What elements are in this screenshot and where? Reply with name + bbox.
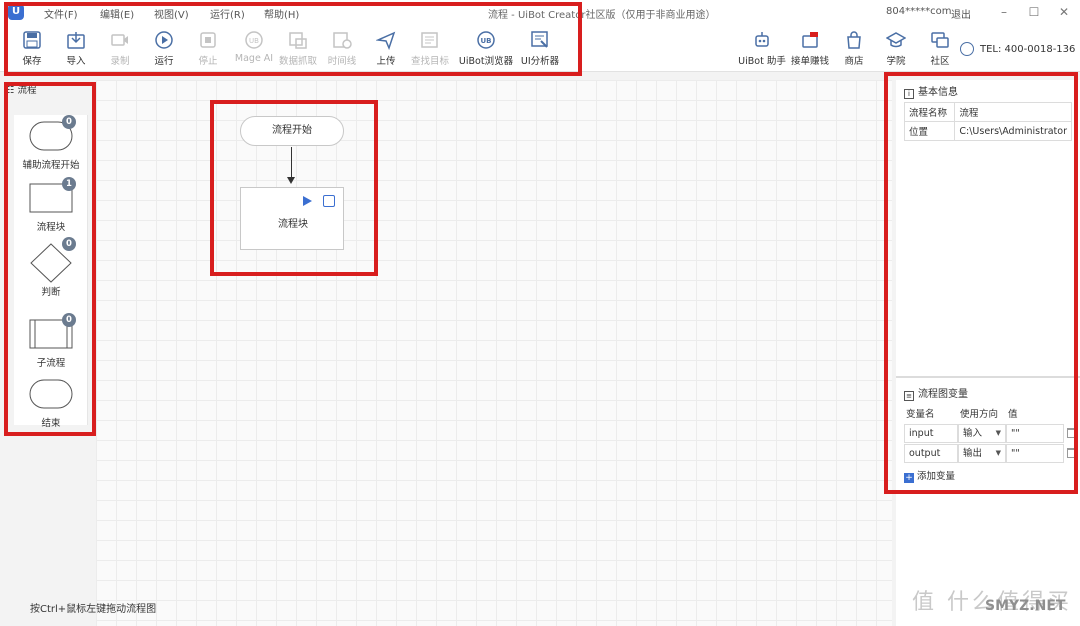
community-button[interactable]: 社区: [914, 30, 966, 70]
store-icon: [847, 31, 861, 49]
phone-icon: [960, 42, 974, 56]
academy-icon: [886, 32, 906, 48]
uibot-assistant-button[interactable]: UiBot 助手: [736, 30, 788, 70]
highlight-box-canvas-nodes: [210, 100, 378, 276]
community-label: 社区: [930, 56, 950, 67]
highlight-box-properties: [884, 72, 1078, 494]
telephone-number: TEL: 400-0018-136: [980, 44, 1076, 55]
highlight-box-toolbar: [4, 2, 582, 76]
minimize-icon[interactable]: –: [996, 4, 1012, 20]
maximize-icon[interactable]: ☐: [1026, 4, 1042, 20]
logout-link[interactable]: 退出: [951, 6, 971, 21]
community-icon: [931, 32, 949, 48]
close-icon[interactable]: ✕: [1056, 4, 1072, 20]
account-name[interactable]: 804*****com: [886, 6, 951, 17]
canvas-hint: 按Ctrl+鼠标左键拖动流程图: [30, 604, 157, 615]
watermark-site: SMYZ.NET: [985, 598, 1066, 614]
highlight-box-palette: [4, 82, 96, 436]
earn-icon: [802, 32, 818, 48]
uibot-assistant-label: UiBot 助手: [738, 56, 786, 67]
robot-icon: [755, 32, 769, 47]
